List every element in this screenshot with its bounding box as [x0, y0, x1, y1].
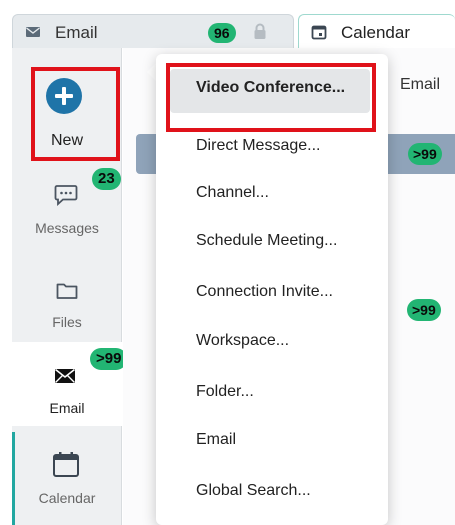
menu-item-channel[interactable]: Channel...: [156, 171, 388, 217]
menu-item-workspace[interactable]: Workspace...: [156, 319, 388, 365]
active-section-indicator: [12, 432, 15, 525]
tab-calendar-label: Calendar: [341, 23, 410, 42]
calendar-icon: [53, 452, 79, 477]
menu-item-label: Direct Message...: [196, 137, 321, 154]
email-count-badge: >99: [90, 348, 128, 370]
tab-calendar[interactable]: Calendar: [298, 14, 455, 48]
sidebar-item-email-label: Email: [49, 400, 85, 416]
app-window: Email 96 Calendar New 23 Messages Files …: [0, 0, 455, 525]
sidebar-item-files[interactable]: Files: [12, 254, 122, 342]
menu-item-connection-invite[interactable]: Connection Invite...: [156, 270, 388, 316]
row-count-badge: >99: [407, 299, 441, 321]
menu-item-label: Channel...: [196, 184, 269, 201]
tab-bar: Email 96 Calendar: [12, 14, 455, 48]
folder-icon: [56, 283, 78, 299]
messages-count-badge: 23: [92, 168, 121, 190]
menu-item-global-search[interactable]: Global Search...: [156, 469, 388, 515]
menu-item-email[interactable]: Email: [156, 418, 388, 464]
envelope-icon: [26, 27, 40, 37]
sidebar-item-files-label: Files: [52, 314, 82, 330]
tab-email[interactable]: Email 96: [12, 14, 294, 48]
row-count-badge: >99: [408, 143, 442, 165]
sidebar-item-calendar-label: Calendar: [38, 490, 96, 506]
envelope-icon: [55, 368, 75, 383]
tab-email-label: Email: [55, 23, 98, 42]
sidebar-item-messages[interactable]: 23 Messages: [12, 160, 122, 252]
menu-item-schedule-meeting[interactable]: Schedule Meeting...: [156, 219, 388, 265]
menu-item-label: Workspace...: [196, 332, 290, 349]
sidebar-item-calendar[interactable]: Calendar: [12, 432, 122, 525]
chat-bubble-icon: [54, 185, 78, 206]
menu-item-label: Folder...: [196, 383, 254, 400]
menu-item-label: Schedule Meeting...: [196, 232, 338, 249]
annotation-box-new: [31, 67, 120, 161]
sidebar-item-messages-label: Messages: [35, 220, 99, 236]
menu-item-label: Global Search...: [196, 482, 311, 499]
calendar-icon: [311, 25, 327, 40]
tab-email-count-badge: 96: [208, 23, 236, 43]
column-header-email[interactable]: Email: [400, 76, 440, 94]
sidebar-item-email[interactable]: >99 Email: [12, 342, 128, 426]
annotation-box-video-conference: [166, 63, 376, 132]
menu-item-label: Email: [196, 431, 237, 448]
lock-icon: [254, 23, 266, 39]
menu-item-label: Connection Invite...: [196, 283, 333, 300]
menu-item-folder[interactable]: Folder...: [156, 370, 388, 416]
